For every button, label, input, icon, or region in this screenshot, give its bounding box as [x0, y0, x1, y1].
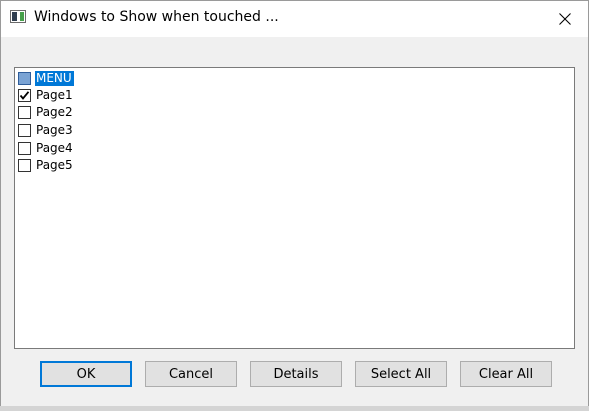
details-button[interactable]: Details	[250, 361, 342, 387]
select-all-button[interactable]: Select All	[355, 361, 447, 387]
checkbox-page1[interactable]	[18, 89, 31, 102]
list-item-menu[interactable]: MENU	[18, 70, 74, 87]
dialog-window: Windows to Show when touched ... MENU Pa…	[0, 0, 589, 411]
list-item-label: Page1	[36, 88, 73, 102]
clear-all-button[interactable]: Clear All	[460, 361, 552, 387]
checkbox-page5[interactable]	[18, 159, 31, 172]
list-item-page2[interactable]: Page2	[18, 104, 75, 121]
list-item-page1[interactable]: Page1	[18, 87, 75, 104]
ok-button[interactable]: OK	[40, 361, 132, 387]
app-icon	[10, 10, 26, 23]
checkbox-page3[interactable]	[18, 124, 31, 137]
window-title: Windows to Show when touched ...	[34, 9, 279, 25]
list-item-page4[interactable]: Page4	[18, 140, 75, 157]
window-checklist[interactable]: MENU Page1 Page2 Page3 Page4 Page5	[14, 67, 575, 349]
list-item-label: Page3	[36, 123, 73, 137]
checkbox-page4[interactable]	[18, 142, 31, 155]
checkbox-menu[interactable]	[18, 72, 31, 85]
list-item-page5[interactable]: Page5	[18, 157, 75, 174]
cancel-button[interactable]: Cancel	[145, 361, 237, 387]
list-item-label: Page4	[36, 141, 73, 155]
checkmark-icon	[19, 91, 30, 100]
checkbox-page2[interactable]	[18, 106, 31, 119]
list-item-label: Page5	[36, 158, 73, 172]
close-icon	[559, 13, 571, 25]
list-item-label: MENU	[35, 71, 74, 86]
close-button[interactable]	[542, 1, 588, 37]
list-item-page3[interactable]: Page3	[18, 122, 75, 139]
list-item-label: Page2	[36, 105, 73, 119]
background-strip	[0, 406, 589, 411]
title-bar[interactable]: Windows to Show when touched ...	[1, 1, 588, 37]
